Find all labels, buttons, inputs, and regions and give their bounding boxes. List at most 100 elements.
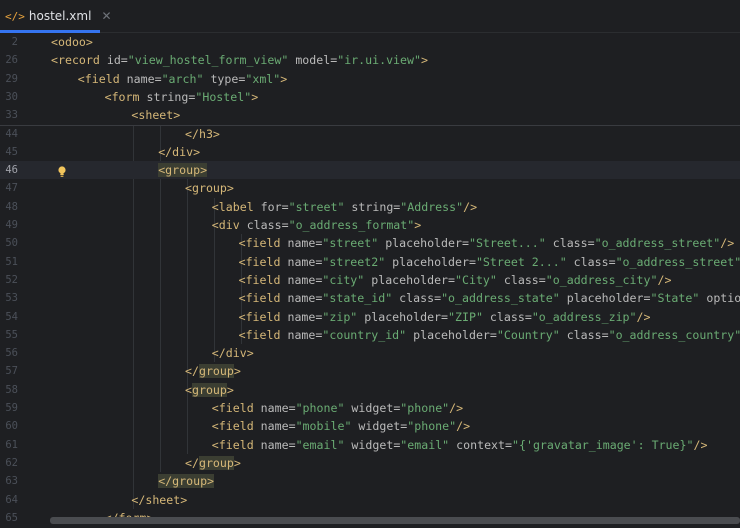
code-token: "view_hostel_form_view" <box>127 53 289 68</box>
code-token: name= <box>260 419 296 434</box>
code-line[interactable]: 33 <sheet> <box>0 106 740 124</box>
code-token: "arch" <box>161 71 204 86</box>
sticky-lines-separator <box>0 124 740 126</box>
code-line[interactable]: 54 <field name="zip" placeholder="ZIP" cl… <box>0 308 740 326</box>
code-token: "o_address_street" <box>594 236 721 251</box>
code-token: <field <box>211 437 261 452</box>
code-token: <group> <box>185 181 234 196</box>
code-line[interactable]: 50 <field name="street" placeholder="Stre… <box>0 234 740 252</box>
code-line[interactable]: 47 <group> <box>0 179 740 197</box>
code-token: name= <box>287 254 323 269</box>
code-line[interactable]: 46 <group> <box>0 161 740 180</box>
line-number: 46 <box>5 164 18 177</box>
code-line[interactable]: 45 </div> <box>0 143 740 161</box>
code-token: "o_address_zip" <box>531 309 637 324</box>
code-token: widget= <box>351 419 408 434</box>
code-text: </h3> <box>185 125 220 143</box>
code-line[interactable]: 53 <field name="state_id" class="o_addres… <box>0 289 740 307</box>
code-token: "Address" <box>400 199 464 214</box>
code-line[interactable]: 62 </group> <box>0 454 740 472</box>
code-line[interactable]: 64 </sheet> <box>0 491 740 509</box>
code-token: class= <box>482 309 532 324</box>
code-line[interactable]: 29 <field name="arch" type="xml"> <box>0 70 740 88</box>
code-line[interactable]: 49 <div class="o_address_format"> <box>0 216 740 234</box>
code-line[interactable]: 55 <field name="country_id" placeholder="… <box>0 326 740 344</box>
code-token: "State" <box>650 291 700 306</box>
line-number: 49 <box>5 219 18 231</box>
code-line[interactable]: 61 <field name="email" widget="email" con… <box>0 436 740 454</box>
line-number: 30 <box>5 90 18 103</box>
code-token: "state_id" <box>322 291 393 306</box>
code-token: id= <box>106 53 128 68</box>
line-number: 58 <box>5 383 18 396</box>
line-number: 52 <box>5 273 18 286</box>
code-line[interactable]: 56 </div> <box>0 344 740 362</box>
code-token: name= <box>260 401 296 415</box>
code-line[interactable]: 44 </h3> <box>0 125 740 143</box>
code-text: <field name="mobile" widget="phone"/> <box>212 417 470 435</box>
code-token: "email" <box>295 437 345 452</box>
code-text: <group> <box>158 161 208 179</box>
code-text: </group> <box>185 362 241 380</box>
code-token: "street2" <box>322 254 386 269</box>
code-token: <div <box>211 218 247 232</box>
line-number: 55 <box>5 328 18 341</box>
line-number: 64 <box>5 493 18 506</box>
code-token: "country_id" <box>322 327 407 342</box>
code-token: "phone" <box>295 401 345 415</box>
line-number: 60 <box>5 420 18 433</box>
code-token: "phone" <box>407 419 457 434</box>
code-token: "o_address_city" <box>545 272 658 287</box>
code-line[interactable]: 59 <field name="phone" widget="phone"/> <box>0 399 740 417</box>
code-token: "street" <box>288 199 345 214</box>
code-line[interactable]: 48 <label for="street" string="Address"/> <box>0 198 740 216</box>
code-token: > <box>233 455 241 470</box>
line-number: 29 <box>5 72 18 85</box>
code-line[interactable]: 30 <form string="Hostel"> <box>0 88 740 106</box>
code-line[interactable]: 57 </group> <box>0 362 740 380</box>
code-token: name= <box>126 71 162 86</box>
code-token: "Street 2..." <box>475 254 567 269</box>
code-editor[interactable]: 2 <odoo> 26 <record id="view_hostel_form_vi… <box>0 33 740 528</box>
code-token: <field <box>238 327 288 342</box>
code-line[interactable]: 52 <field name="city" placeholder="City" … <box>0 271 740 289</box>
code-line[interactable]: 2 <odoo> <box>0 33 740 51</box>
code-line[interactable]: 63 </group> <box>0 472 740 490</box>
line-number: 53 <box>5 292 18 305</box>
code-token: model= <box>288 53 338 68</box>
code-token: options= <box>706 291 740 306</box>
lightbulb-icon[interactable] <box>58 166 66 178</box>
code-line[interactable]: 26 <record id="view_hostel_form_view" mod… <box>0 51 740 69</box>
code-line[interactable]: 51 <field name="street2" placeholder="Str… <box>0 253 740 271</box>
code-token: class= <box>566 254 616 269</box>
code-token: name= <box>260 437 296 452</box>
code-token: "Hostel" <box>195 89 252 104</box>
close-icon[interactable]: ✕ <box>101 9 111 23</box>
code-token: <field <box>77 71 127 86</box>
line-number: 59 <box>5 402 18 414</box>
code-text: <field name="state_id" class="o_address_… <box>239 289 740 307</box>
code-token: > <box>420 53 428 68</box>
line-number: 51 <box>5 255 18 268</box>
code-token: for= <box>260 199 289 214</box>
code-token: group <box>198 455 234 470</box>
code-token: <field <box>211 419 261 434</box>
code-token: placeholder= <box>364 272 456 287</box>
tab-hostel-xml[interactable]: </> hostel.xml ✕ <box>0 0 112 33</box>
code-token: > <box>414 218 422 232</box>
horizontal-scrollbar[interactable] <box>50 517 740 524</box>
code-token: /> <box>456 419 471 434</box>
code-line[interactable]: 58 <group> <box>0 381 740 399</box>
code-token: > <box>280 71 288 86</box>
code-token: <field <box>211 401 261 415</box>
code-token: placeholder= <box>559 291 651 306</box>
code-token: "o_address_format" <box>288 218 415 232</box>
code-token: </ <box>185 364 199 379</box>
line-number: 56 <box>5 347 18 360</box>
code-line[interactable]: 60 <field name="mobile" widget="phone"/> <box>0 417 740 435</box>
code-token: name= <box>287 272 323 287</box>
editor-tab-bar: </> hostel.xml ✕ <box>0 0 740 33</box>
code-token: "{'gravatar_image': True}" <box>512 437 694 452</box>
code-text: <field name="city" placeholder="City" cl… <box>239 271 672 289</box>
code-token: context= <box>449 437 512 452</box>
